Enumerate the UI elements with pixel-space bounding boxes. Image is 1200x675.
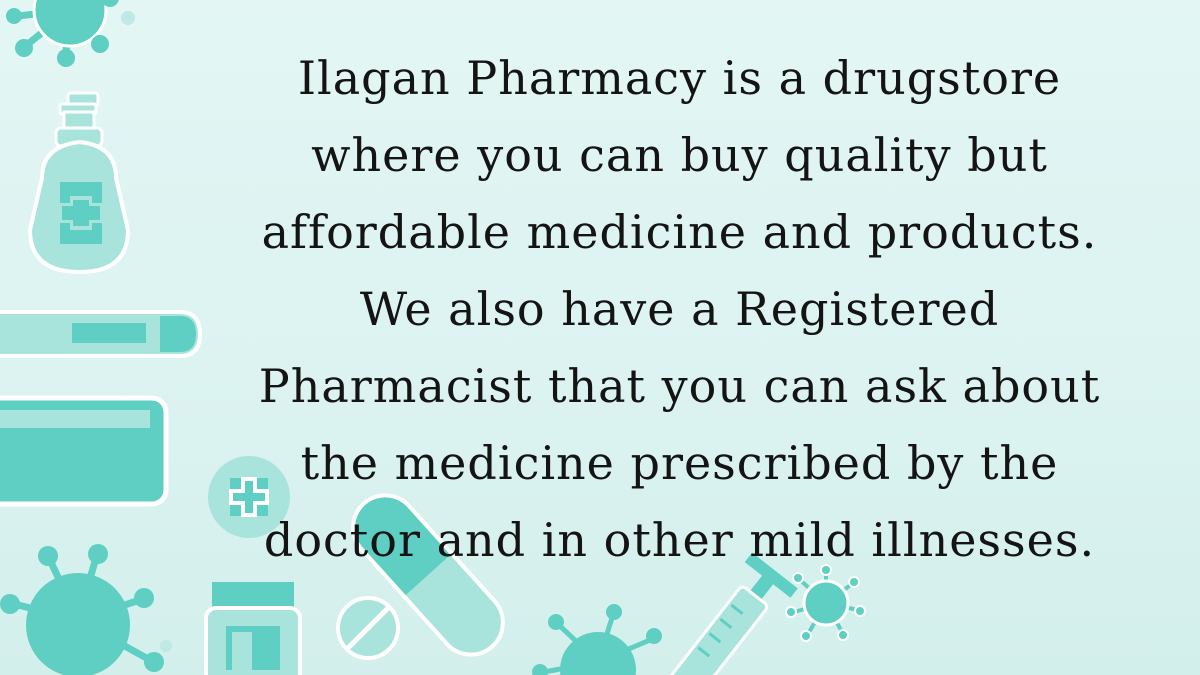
virus-icon: [532, 604, 662, 675]
description-line: the medicine prescribed by the: [300, 436, 1059, 490]
medicine-jar-icon: [0, 395, 169, 507]
description-line: Pharmacist that you can ask about: [258, 359, 1101, 413]
description-line: affordable medicine and products.: [261, 205, 1098, 259]
description-line: We also have a Registered: [359, 282, 1000, 336]
medicine-jar-icon: [204, 582, 302, 675]
pharmacy-description: Ilagan Pharmacy is a drugstore where you…: [222, 40, 1137, 580]
virus-icon: [6, 0, 135, 67]
banner: Ilagan Pharmacy is a drugstore where you…: [0, 0, 1200, 675]
virus-icon: [0, 544, 172, 675]
description-line: Ilagan Pharmacy is a drugstore: [297, 51, 1062, 105]
description-line: doctor and in other mild illnesses.: [263, 513, 1096, 567]
description-line: where you can buy quality but: [311, 128, 1048, 182]
soap-pump-bottle-icon: [27, 91, 131, 275]
thermometer-icon: [0, 310, 203, 358]
tablet-pill-icon: [336, 596, 400, 660]
